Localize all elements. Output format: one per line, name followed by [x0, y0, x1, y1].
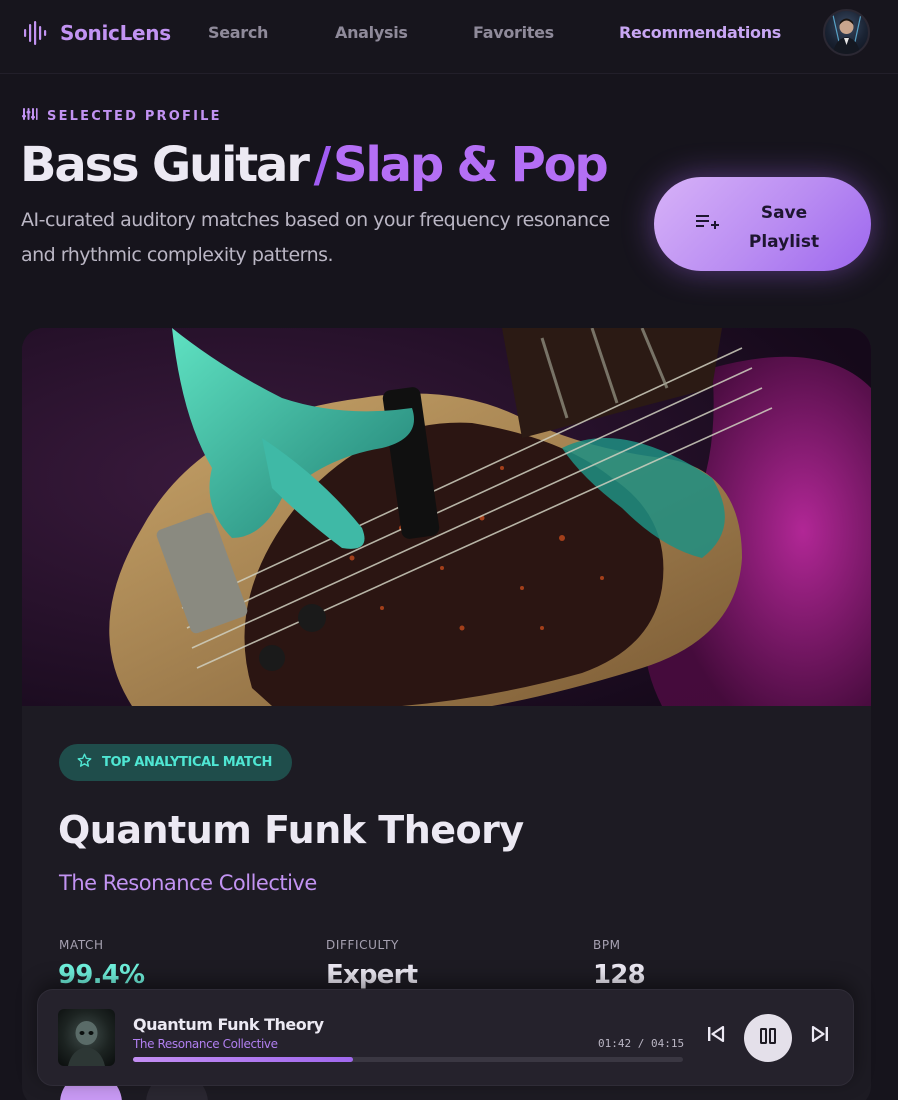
title-separator: / — [313, 137, 332, 193]
progress-fill — [133, 1057, 353, 1062]
total-duration: 04:15 — [651, 1037, 685, 1050]
progress-bar[interactable] — [133, 1057, 683, 1062]
stat-bpm-label: BPM — [593, 938, 621, 952]
stat-difficulty-value: Expert — [326, 960, 418, 990]
stat-match-value: 99.4% — [58, 960, 145, 990]
track-artist[interactable]: The Resonance Collective — [59, 871, 317, 895]
brand[interactable]: SonicLens — [22, 20, 171, 46]
nav-recommendations[interactable]: Recommendations — [619, 23, 781, 42]
track-title: Quantum Funk Theory — [58, 808, 524, 852]
stat-difficulty-label: DIFFICULTY — [326, 938, 399, 952]
page-title: Bass Guitar/Slap & Pop — [20, 134, 609, 196]
badge-label: TOP ANALYTICAL MATCH — [102, 755, 273, 770]
skip-previous-icon[interactable] — [707, 1025, 725, 1046]
stat-match-label: MATCH — [59, 938, 104, 952]
equalizer-icon — [22, 106, 38, 126]
top-match-badge: TOP ANALYTICAL MATCH — [59, 744, 293, 781]
playlist-add-icon — [696, 214, 720, 238]
match-card: TOP ANALYTICAL MATCH Quantum Funk Theory… — [22, 328, 871, 1100]
pause-icon — [759, 1027, 777, 1049]
user-avatar[interactable] — [823, 9, 870, 56]
instrument-name: Bass Guitar — [20, 137, 310, 193]
eyebrow: SELECTED PROFILE — [22, 106, 222, 126]
save-playlist-label: Save Playlist — [742, 199, 826, 257]
pause-button[interactable] — [744, 1014, 792, 1062]
save-label-line2: Playlist — [748, 232, 820, 252]
star-icon — [77, 753, 92, 772]
nav-analysis[interactable]: Analysis — [335, 23, 408, 42]
player-time: 01:42 / 04:15 — [598, 1037, 684, 1050]
album-cover[interactable] — [58, 1009, 115, 1066]
technique-name: Slap & Pop — [333, 137, 609, 193]
time-separator: / — [631, 1037, 651, 1050]
top-navigation: SonicLens Search Analysis Favorites Reco… — [0, 0, 898, 74]
player-track-artist: The Resonance Collective — [133, 1037, 278, 1051]
nav-favorites[interactable]: Favorites — [473, 23, 554, 42]
waveform-icon — [22, 20, 48, 46]
save-playlist-button[interactable]: Save Playlist — [654, 177, 871, 271]
skip-next-icon[interactable] — [811, 1025, 829, 1046]
mini-player: Quantum Funk Theory The Resonance Collec… — [37, 989, 854, 1086]
save-label-line1: Save — [760, 203, 808, 223]
eyebrow-label: SELECTED PROFILE — [47, 108, 222, 124]
nav-search[interactable]: Search — [208, 23, 268, 42]
bass-guitar-image — [22, 328, 871, 706]
page-description: AI-curated auditory matches based on you… — [21, 209, 610, 266]
player-track-title: Quantum Funk Theory — [133, 1015, 324, 1034]
brand-name: SonicLens — [60, 21, 171, 45]
stat-bpm-value: 128 — [593, 960, 646, 990]
elapsed-time: 01:42 — [598, 1037, 632, 1050]
